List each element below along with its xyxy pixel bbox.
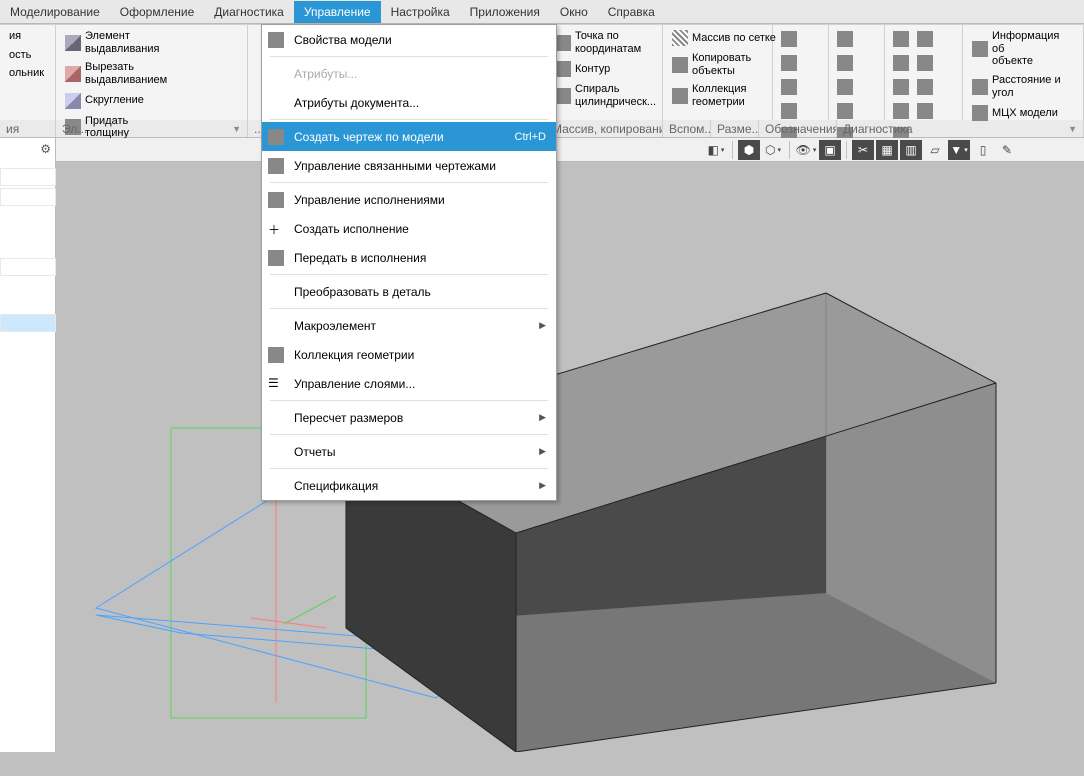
executions-icon: [268, 192, 284, 208]
tool-btn-b[interactable]: ▦: [876, 140, 898, 160]
menu-item-6[interactable]: Управление связанными чертежами: [262, 151, 556, 180]
menubar: Моделирование Оформление Диагностика Упр…: [0, 0, 1084, 24]
menu-item-0[interactable]: Свойства модели: [262, 25, 556, 54]
menu-item-10[interactable]: Передать в исполнения: [262, 243, 556, 272]
gear-icon[interactable]: ⚙: [40, 142, 51, 156]
layers-icon: ☰: [268, 376, 284, 392]
drawing-icon: [268, 129, 284, 145]
transfer-icon: [268, 250, 284, 266]
view-btn-1[interactable]: ◧▾: [705, 140, 727, 160]
menu-item-14[interactable]: Макроэлемент▶: [262, 311, 556, 340]
tool-btn-a[interactable]: ✂: [852, 140, 874, 160]
info-icon: [972, 41, 988, 57]
aux-btn-1[interactable]: [778, 28, 800, 50]
wireframe-button[interactable]: ⬡▾: [762, 140, 784, 160]
menu-design[interactable]: Оформление: [110, 1, 204, 23]
dim-btn-2[interactable]: [834, 52, 856, 74]
side-entry-3[interactable]: [0, 258, 56, 276]
menu-apps[interactable]: Приложения: [460, 1, 550, 23]
3d-scene: [56, 138, 1084, 752]
menu-item-2: Атрибуты...: [262, 59, 556, 88]
collection-icon: [672, 88, 688, 104]
ann-btn-6[interactable]: [914, 76, 936, 98]
side-entry-2[interactable]: [0, 188, 56, 206]
view-toolbar: ◧▾ ⬢ ⬡▾ 👁▾ ▣ ✂ ▦ ▥ ▱ ▼▾ ▯ ✎: [56, 138, 1084, 162]
cut-extrude-button[interactable]: Вырезать выдавливанием: [61, 59, 242, 88]
fillet-icon: [65, 93, 81, 109]
menu-window[interactable]: Окно: [550, 1, 598, 23]
menu-item-22[interactable]: Спецификация▶: [262, 471, 556, 500]
copy-icon: [672, 57, 688, 73]
dim-btn-1[interactable]: [834, 28, 856, 50]
ann-btn-2[interactable]: [914, 28, 936, 50]
menu-settings[interactable]: Настройка: [381, 1, 460, 23]
ribbon-stub-1[interactable]: ия: [5, 28, 48, 45]
grid-array-button[interactable]: Массив по сетке: [668, 28, 780, 48]
tool-btn-e[interactable]: ▯: [972, 140, 994, 160]
manage-menu-dropdown: Свойства модели Атрибуты...Атрибуты докум…: [261, 24, 557, 501]
collection-button[interactable]: Коллекция геометрии: [668, 81, 780, 110]
side-entry-selected[interactable]: [0, 314, 56, 332]
cut-icon: [65, 66, 81, 82]
camera-btn[interactable]: ▣: [819, 140, 841, 160]
properties-icon: [268, 32, 284, 48]
menu-item-3[interactable]: Атрибуты документа...: [262, 88, 556, 117]
extrude-button[interactable]: Элемент выдавливания: [61, 28, 242, 57]
contour-icon: [555, 61, 571, 77]
shaded-button[interactable]: ⬢: [738, 140, 760, 160]
collection-icon: [268, 347, 284, 363]
menu-item-16[interactable]: ☰Управление слоями...: [262, 369, 556, 398]
menu-manage[interactable]: Управление: [294, 1, 381, 23]
plus-icon: ＋: [268, 221, 284, 237]
ribbon-stub-3[interactable]: ольник: [5, 65, 48, 82]
menu-item-18[interactable]: Пересчет размеров▶: [262, 403, 556, 432]
dim-btn-3[interactable]: [834, 76, 856, 98]
menu-item-9[interactable]: ＋Создать исполнение: [262, 214, 556, 243]
link-icon: [268, 158, 284, 174]
distance-button[interactable]: Расстояние и угол: [968, 72, 1078, 101]
angle-icon: [972, 79, 988, 95]
tool-btn-d[interactable]: ▱: [924, 140, 946, 160]
point-button[interactable]: Точка по координатам: [551, 28, 660, 57]
filter-btn[interactable]: ▼▾: [948, 140, 970, 160]
copy-objects-button[interactable]: Копировать объекты: [668, 50, 780, 79]
ann-btn-4[interactable]: [914, 52, 936, 74]
3d-viewport[interactable]: [56, 138, 1084, 752]
menu-help[interactable]: Справка: [598, 1, 665, 23]
ann-btn-8[interactable]: [914, 100, 936, 122]
aux-btn-3[interactable]: [778, 76, 800, 98]
spiral-button[interactable]: Спираль цилиндрическ...: [551, 81, 660, 110]
menu-item-5[interactable]: Создать чертеж по моделиCtrl+D: [262, 122, 556, 151]
spiral-icon: [555, 88, 571, 104]
ann-btn-3[interactable]: [890, 52, 912, 74]
menu-item-12[interactable]: Преобразовать в деталь: [262, 277, 556, 306]
menu-item-20[interactable]: Отчеты▶: [262, 437, 556, 466]
side-entry-1[interactable]: [0, 168, 56, 186]
eyedropper-btn[interactable]: ✎: [996, 140, 1018, 160]
aux-btn-2[interactable]: [778, 52, 800, 74]
menu-diagnostics[interactable]: Диагностика: [204, 1, 294, 23]
ann-btn-5[interactable]: [890, 76, 912, 98]
info-button[interactable]: Информация об объекте: [968, 28, 1078, 70]
menu-item-8[interactable]: Управление исполнениями: [262, 185, 556, 214]
aux-btn-4[interactable]: [778, 100, 800, 122]
dim-btn-4[interactable]: [834, 100, 856, 122]
ann-btn-1[interactable]: [890, 28, 912, 50]
fillet-button[interactable]: Скругление: [61, 91, 242, 111]
menu-item-15[interactable]: Коллекция геометрии: [262, 340, 556, 369]
point-icon: [555, 35, 571, 51]
side-panel: ⚙: [0, 138, 56, 752]
ann-btn-7[interactable]: [890, 100, 912, 122]
contour-button[interactable]: Контур: [551, 59, 660, 79]
menu-modeling[interactable]: Моделирование: [0, 1, 110, 23]
tool-btn-c[interactable]: ▥: [900, 140, 922, 160]
visibility-btn[interactable]: 👁▾: [795, 140, 817, 160]
ribbon-stub-2[interactable]: ость: [5, 47, 48, 64]
mass-icon: [972, 105, 988, 121]
extrude-icon: [65, 35, 81, 51]
grid-icon: [672, 30, 688, 46]
